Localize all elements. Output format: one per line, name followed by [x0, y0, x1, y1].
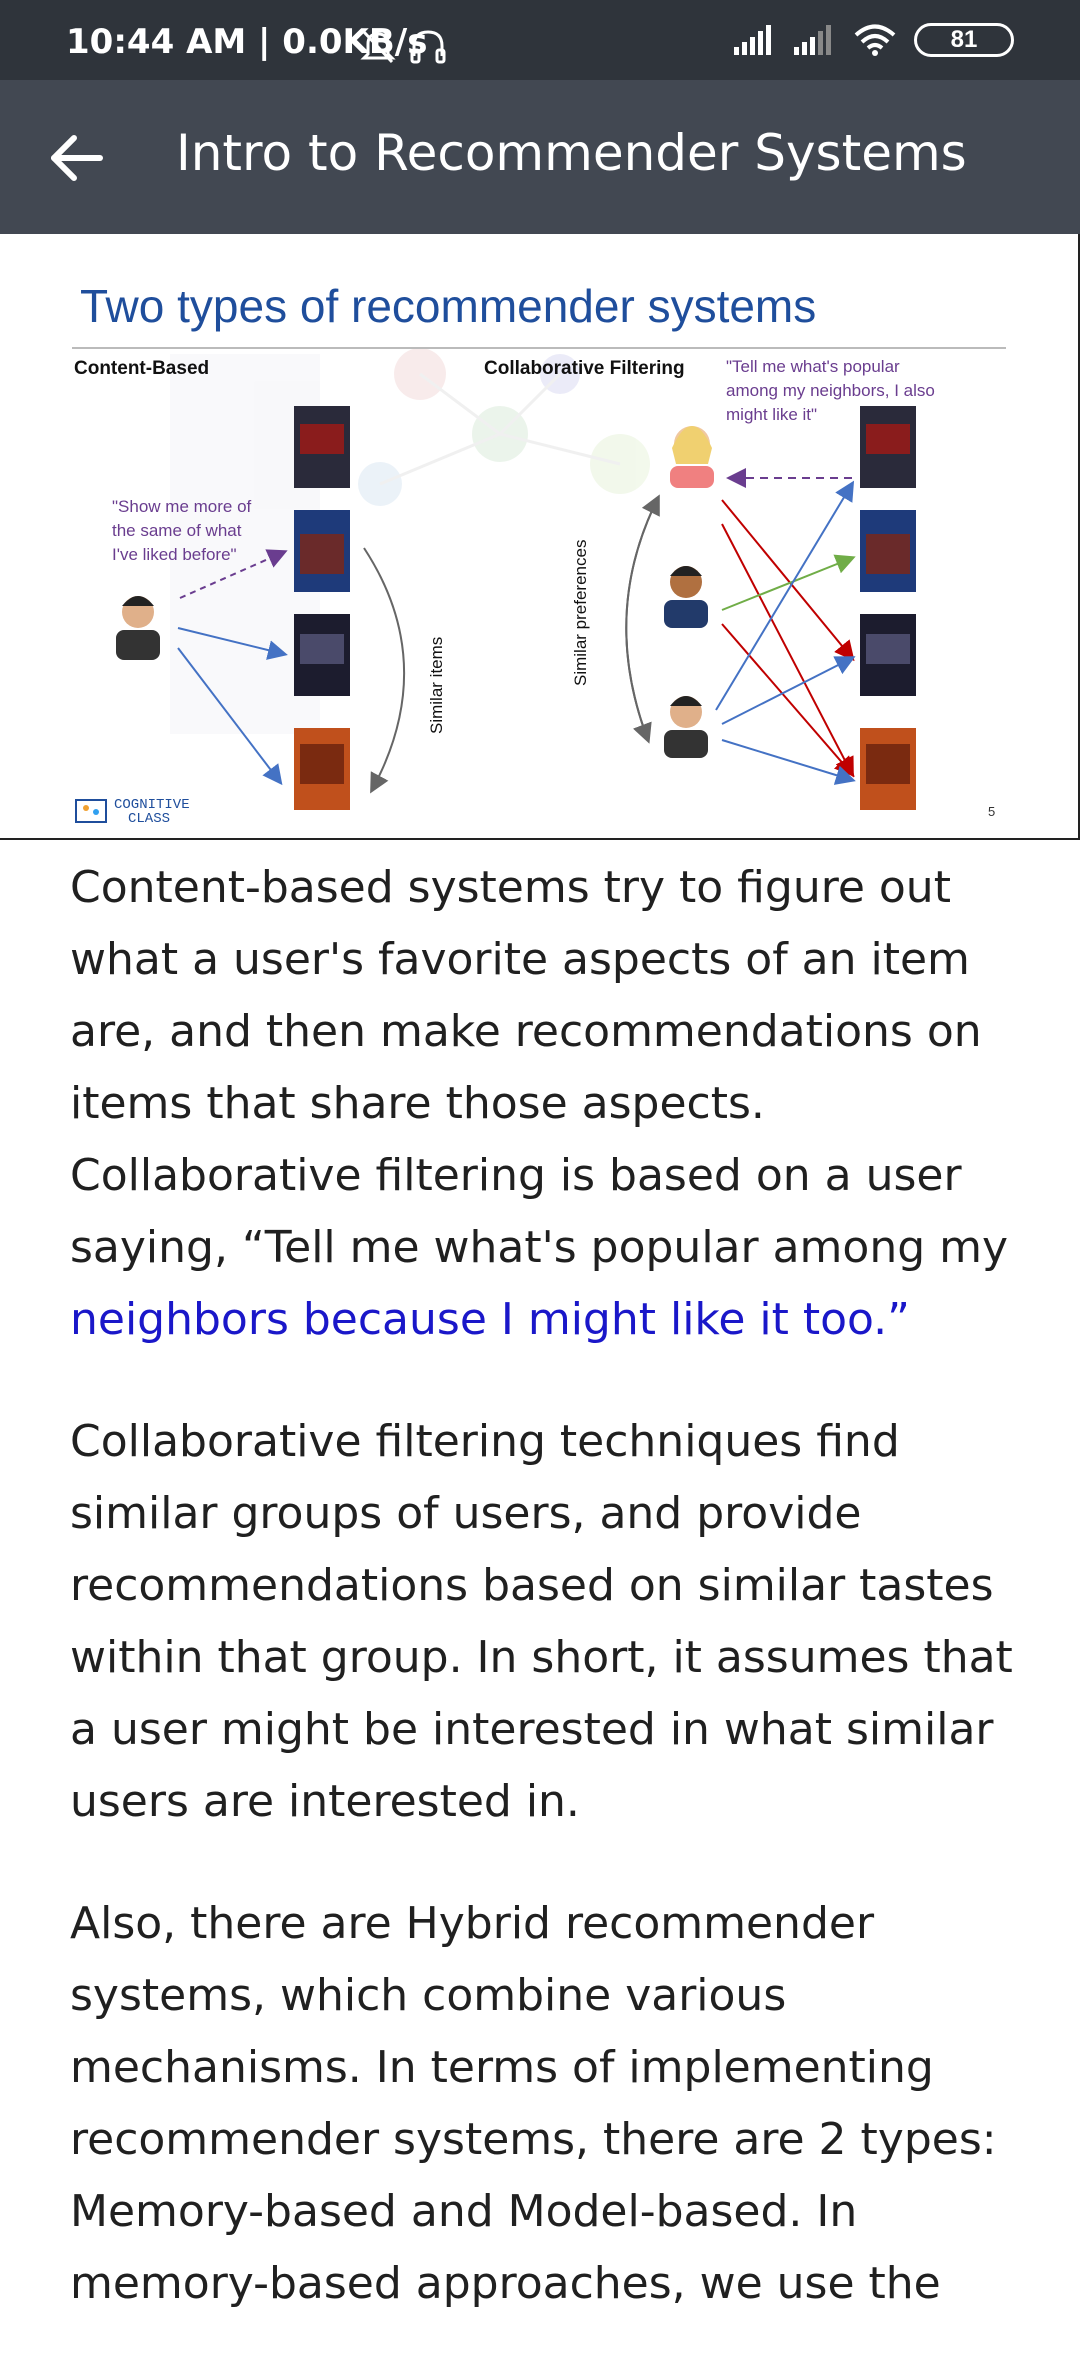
- left-quote-line-1: "Show me more of: [112, 497, 252, 516]
- page-title: Intro to Recommender Systems: [176, 124, 967, 182]
- user-left: [116, 596, 160, 660]
- user-middle: [664, 566, 708, 628]
- highlighted-quote[interactable]: neighbors because I might like it too.”: [70, 1294, 910, 1345]
- signal-icon: [734, 25, 771, 55]
- paragraph-3: Also, there are Hybrid recommender syste…: [70, 1898, 997, 2309]
- battery-icon: 81: [914, 23, 1014, 57]
- slide-image[interactable]: Two types of recommender systems Content…: [0, 234, 1080, 840]
- paragraph-1: Content-based systems try to figure out …: [70, 852, 1030, 1356]
- slide-title: Two types of recommender systems: [80, 280, 816, 332]
- left-quote-line-3: I've liked before": [112, 545, 237, 564]
- svg-text:CLASS: CLASS: [128, 811, 170, 827]
- battery-level: 81: [950, 26, 978, 53]
- headset-icon: [410, 30, 446, 64]
- slide-page-number: 5: [988, 804, 995, 819]
- wifi-icon: [854, 24, 896, 56]
- paragraph-2: Collaborative filtering techniques find …: [70, 1416, 1013, 1827]
- arrow-left-icon: [51, 135, 103, 181]
- user-bottom: [664, 696, 708, 758]
- cognitive-class-logo: COGNITIVE CLASS: [75, 797, 190, 827]
- user-blonde: [670, 426, 714, 488]
- poster-column-right: [860, 406, 916, 810]
- slide-diagram: Two types of recommender systems Content…: [72, 280, 1006, 827]
- status-bar: 10:44 AM | 0.0KB/s 81: [0, 0, 1080, 80]
- app-bar: Intro to Recommender Systems: [0, 80, 1080, 234]
- article-body: Content-based systems try to figure out …: [70, 852, 1030, 2370]
- right-quote-line-2: among my neighbors, I also: [726, 381, 935, 400]
- mute-icon: [360, 30, 396, 64]
- collaborative-heading: Collaborative Filtering: [484, 358, 685, 379]
- right-quote-line-3: might like it": [726, 405, 817, 424]
- right-quote-line-1: "Tell me what's popular: [726, 357, 900, 376]
- similar-items-label: Similar items: [427, 637, 446, 734]
- signal-icon: [794, 25, 831, 55]
- similar-preferences-label: Similar preferences: [571, 540, 590, 686]
- content-based-heading: Content-Based: [74, 358, 209, 379]
- left-quote-line-2: the same of what: [112, 521, 242, 540]
- back-button[interactable]: [40, 120, 116, 196]
- paragraph-1-text: Content-based systems try to figure out …: [70, 862, 1009, 1273]
